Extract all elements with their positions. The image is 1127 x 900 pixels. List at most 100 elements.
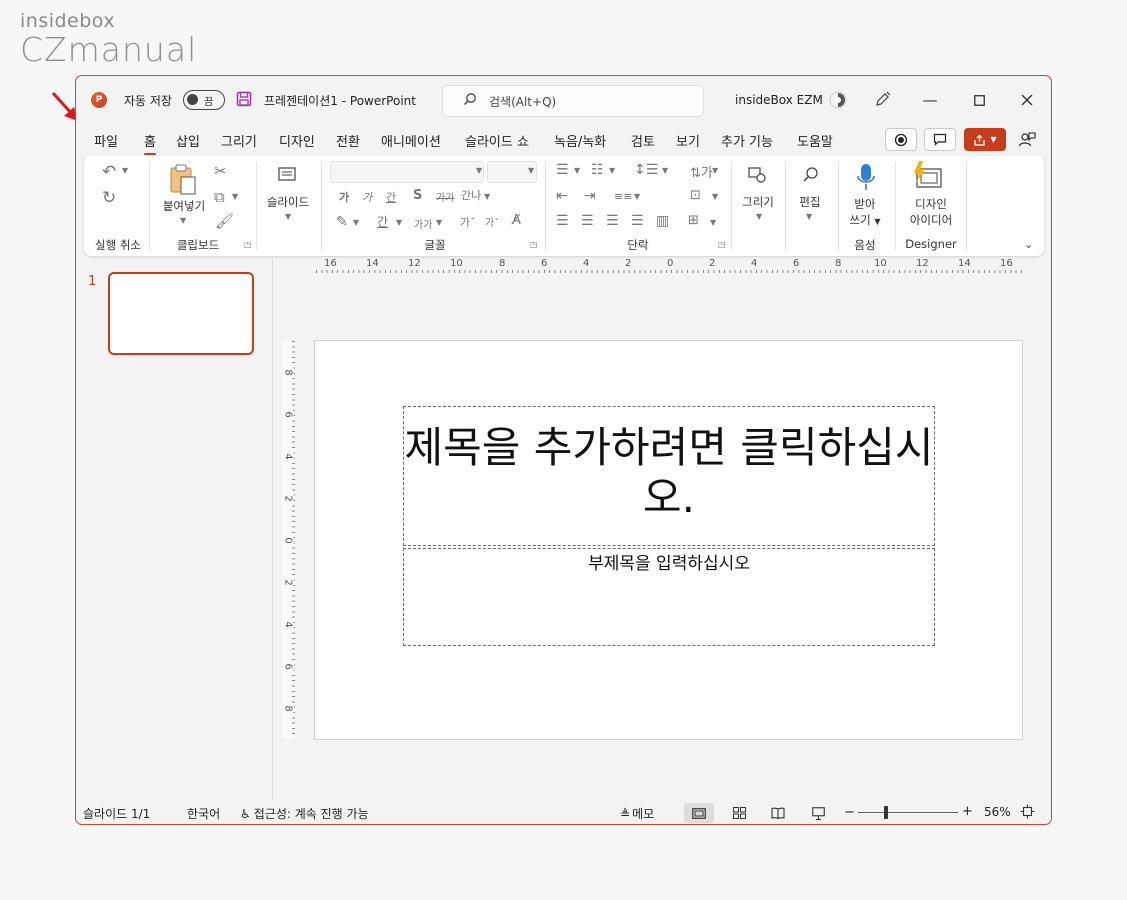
chevron-down-icon[interactable]: ▼ bbox=[232, 192, 238, 201]
italic-icon[interactable]: 가 bbox=[362, 189, 372, 205]
chevron-down-icon[interactable]: ▼ bbox=[476, 166, 482, 175]
find-icon[interactable] bbox=[802, 166, 820, 188]
zoom-slider-track[interactable] bbox=[858, 812, 958, 813]
new-slide-icon[interactable] bbox=[278, 166, 296, 186]
numbering-icon[interactable]: ☷ bbox=[591, 162, 604, 178]
tab-draw[interactable]: 그리기 bbox=[221, 131, 257, 150]
dialog-launcher-icon[interactable]: ◳ bbox=[244, 240, 252, 249]
shadow-icon[interactable]: S bbox=[413, 188, 422, 203]
character-spacing-icon[interactable]: 간나 bbox=[461, 187, 481, 203]
chevron-down-icon[interactable]: ▼ bbox=[285, 212, 291, 221]
undo-icon[interactable]: ↶ bbox=[102, 162, 116, 182]
user-avatar[interactable] bbox=[828, 90, 848, 110]
chevron-down-icon[interactable]: ▼ bbox=[806, 212, 812, 221]
slide-sorter-button[interactable] bbox=[724, 803, 754, 823]
increase-indent-icon[interactable]: ⇥ bbox=[584, 188, 596, 204]
redo-icon[interactable]: ↻ bbox=[102, 188, 116, 208]
tab-design[interactable]: 디자인 bbox=[279, 131, 315, 150]
normal-view-button[interactable] bbox=[684, 803, 714, 823]
strikethrough-icon[interactable]: 가가 bbox=[436, 189, 454, 204]
chevron-down-icon[interactable]: ▼ bbox=[609, 166, 615, 175]
user-name[interactable]: insideBox EZM bbox=[735, 93, 823, 107]
smartart-icon[interactable]: ⊞ bbox=[688, 213, 699, 228]
edit-button[interactable]: 편집 bbox=[788, 194, 832, 210]
decrease-font-icon[interactable]: 가ˇ bbox=[485, 214, 499, 229]
maximize-button[interactable] bbox=[967, 88, 991, 112]
close-button[interactable] bbox=[1015, 88, 1039, 112]
tab-transitions[interactable]: 전환 bbox=[336, 131, 360, 150]
shapes-icon[interactable] bbox=[747, 166, 767, 188]
font-color-icon[interactable]: 간 bbox=[377, 213, 388, 230]
search-box[interactable]: 검색(Alt+Q) bbox=[442, 85, 704, 117]
tab-file[interactable]: 파일 bbox=[94, 131, 118, 150]
chevron-down-icon[interactable]: ▼ bbox=[710, 218, 716, 227]
title-placeholder[interactable]: 제목을 추가하려면 클릭하십시오. bbox=[403, 406, 935, 546]
zoom-level[interactable]: 56% bbox=[984, 805, 1011, 819]
justify-icon[interactable]: ☰ bbox=[631, 213, 644, 229]
copy-icon[interactable]: ⧉ bbox=[214, 188, 225, 206]
coauthor-icon[interactable] bbox=[1016, 128, 1038, 151]
chevron-down-icon[interactable]: ▼ bbox=[122, 166, 128, 175]
chevron-down-icon[interactable]: ▼ bbox=[180, 216, 186, 225]
align-text-icon[interactable]: ⊡ bbox=[690, 188, 701, 203]
chevron-down-icon[interactable]: ▼ bbox=[662, 166, 668, 175]
zoom-out-button[interactable]: − bbox=[844, 805, 855, 820]
tab-addins[interactable]: 추가 기능 bbox=[721, 131, 773, 150]
tab-insert[interactable]: 삽입 bbox=[176, 131, 200, 150]
zoom-slider-thumb[interactable] bbox=[884, 806, 888, 819]
draw-button[interactable]: 그리기 bbox=[732, 194, 784, 210]
line-spacing-icon[interactable]: ↕☰ bbox=[634, 162, 658, 178]
chevron-down-icon[interactable]: ▼ bbox=[484, 192, 490, 201]
clear-formatting-icon[interactable]: A̸ bbox=[512, 213, 521, 228]
designer-button[interactable]: 디자인 아이디어 bbox=[900, 196, 962, 228]
pen-icon[interactable] bbox=[874, 90, 892, 108]
language-indicator[interactable]: 한국어 bbox=[187, 805, 220, 822]
text-direction-icon[interactable]: ⇅가 bbox=[690, 162, 713, 181]
share-button[interactable]: ▼ bbox=[964, 128, 1006, 151]
slide-thumbnail[interactable] bbox=[108, 272, 254, 355]
reading-view-button[interactable] bbox=[763, 803, 793, 823]
paste-icon[interactable] bbox=[168, 164, 198, 200]
align-center-icon[interactable]: ☰ bbox=[581, 213, 594, 229]
zoom-in-button[interactable]: + bbox=[962, 804, 973, 819]
designer-icon[interactable] bbox=[911, 161, 945, 195]
underline-icon[interactable]: 간 bbox=[386, 189, 396, 205]
subtitle-placeholder[interactable]: 부제목을 입력하십시오 bbox=[403, 548, 935, 646]
tab-help[interactable]: 도움말 bbox=[797, 131, 833, 150]
tab-view[interactable]: 보기 bbox=[676, 131, 700, 150]
chevron-down-icon[interactable]: ▼ bbox=[396, 218, 402, 227]
chevron-down-icon[interactable]: ▼ bbox=[528, 166, 534, 175]
dialog-launcher-icon[interactable]: ◳ bbox=[718, 240, 726, 249]
slides-button[interactable]: 슬라이드 bbox=[260, 194, 316, 210]
minimize-button[interactable]: — bbox=[918, 88, 942, 112]
fit-to-window-icon[interactable] bbox=[1020, 804, 1035, 822]
distributed-icon[interactable]: ▥ bbox=[656, 213, 669, 229]
chevron-down-icon[interactable]: ▼ bbox=[436, 218, 442, 227]
comments-button[interactable] bbox=[924, 128, 956, 151]
increase-font-icon[interactable]: 가ˆ bbox=[460, 214, 476, 230]
chevron-down-icon[interactable]: ▼ bbox=[712, 192, 718, 201]
bold-icon[interactable]: 가 bbox=[339, 189, 349, 205]
font-name-combo[interactable] bbox=[330, 161, 484, 183]
tab-home[interactable]: 홈 bbox=[144, 131, 156, 155]
decrease-indent-icon[interactable]: ⇤ bbox=[556, 188, 568, 204]
tab-record[interactable]: 녹음/녹화 bbox=[554, 131, 606, 150]
highlight-icon[interactable]: ✎ bbox=[336, 214, 348, 230]
chevron-down-icon[interactable]: ▼ bbox=[756, 212, 762, 221]
slideshow-view-button[interactable] bbox=[803, 803, 833, 823]
chevron-down-icon[interactable]: ▼ bbox=[712, 166, 718, 175]
tab-slideshow[interactable]: 슬라이드 쇼 bbox=[465, 131, 529, 150]
accessibility-status[interactable]: ♿ 접근성: 계속 진행 가능 bbox=[240, 805, 369, 822]
cut-icon[interactable]: ✂ bbox=[214, 162, 227, 180]
microphone-icon[interactable] bbox=[855, 162, 877, 198]
chevron-down-icon[interactable]: ▼ bbox=[574, 166, 580, 175]
save-icon[interactable] bbox=[236, 91, 252, 107]
chevron-down-icon[interactable]: ▼ bbox=[634, 192, 640, 201]
notes-button[interactable]: ≜ 메모 bbox=[620, 805, 654, 822]
align-left-icon[interactable]: ☰ bbox=[556, 213, 569, 229]
autosave-toggle[interactable]: 끔 bbox=[183, 90, 225, 110]
paste-button[interactable]: 붙여넣기 bbox=[154, 198, 214, 214]
change-case-icon[interactable]: 가가 bbox=[414, 216, 432, 231]
chevron-down-icon[interactable]: ▼ bbox=[353, 218, 359, 227]
bullets-icon[interactable]: ☰ bbox=[556, 162, 569, 178]
